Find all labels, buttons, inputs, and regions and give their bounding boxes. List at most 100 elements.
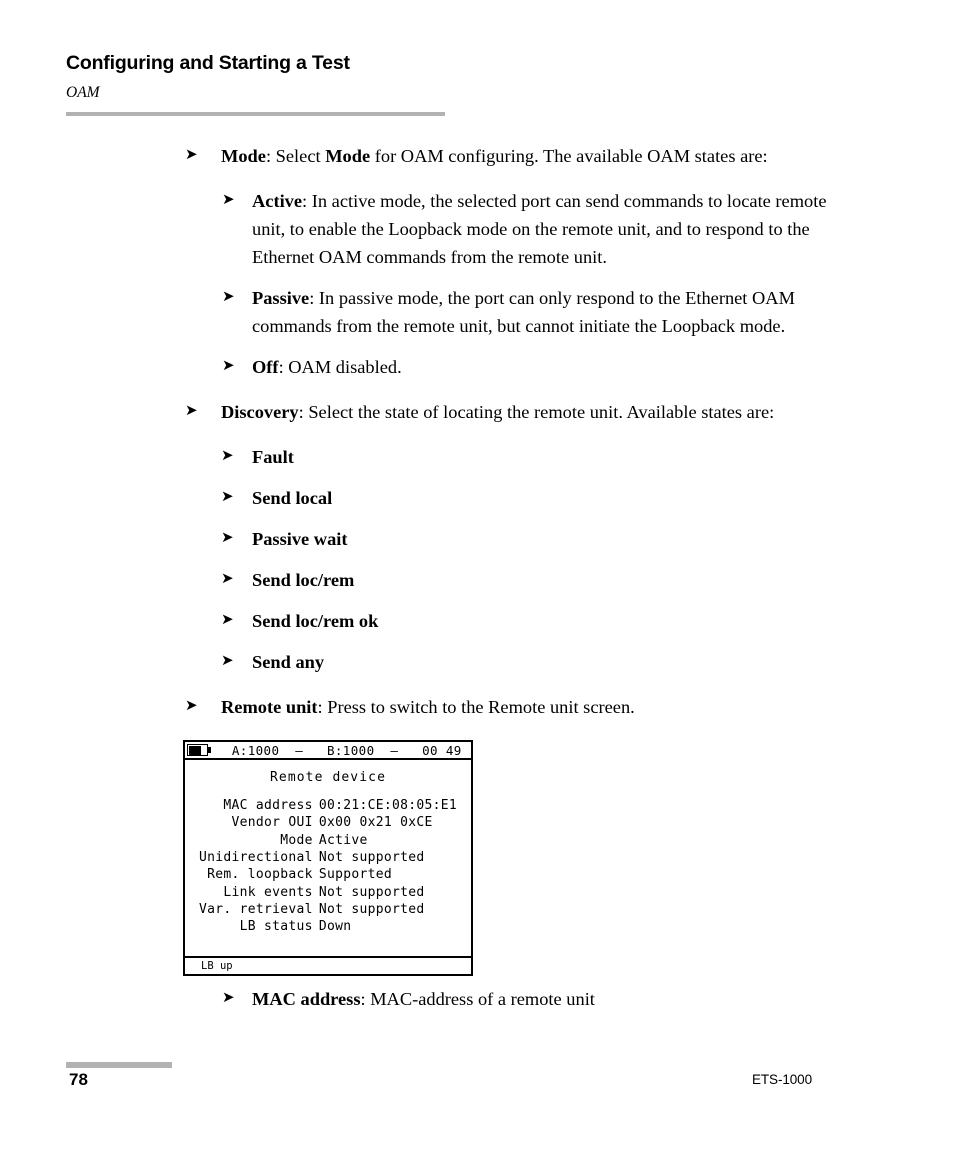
table-row: Mode Active [199, 832, 457, 849]
list-item-remote-unit: ➤ Remote unit: Press to switch to the Re… [0, 694, 954, 722]
list-item-discovery-state: ➤ Send local [0, 485, 954, 513]
list-item-discovery-state: ➤ Fault [0, 444, 954, 472]
mode-inline-bold: Mode [325, 146, 371, 166]
table-row: Vendor OUI 0x00 0x21 0xCE [199, 814, 457, 831]
arrow-bullet-icon: ➤ [222, 357, 235, 374]
product-name: ETS-1000 [752, 1072, 812, 1087]
list-item-text: Remote unit: Press to switch to the Remo… [221, 694, 834, 722]
discovery-state-label: Send loc/rem ok [252, 610, 379, 631]
term-label: Mode [221, 146, 266, 166]
list-item-text: MAC address: MAC-address of a remote uni… [252, 986, 834, 1014]
list-item-mode: ➤ Mode: Select Mode for OAM configuring.… [0, 143, 954, 171]
arrow-bullet-icon: ➤ [221, 611, 234, 628]
description-text: : Select the state of locating the remot… [298, 401, 775, 422]
page-subtitle: OAM [66, 84, 100, 102]
battery-icon [187, 744, 212, 756]
arrow-bullet-icon: ➤ [185, 402, 198, 419]
arrow-bullet-icon: ➤ [222, 990, 235, 1006]
property-label: Rem. loopback [207, 867, 313, 883]
description-text: : MAC-address of a remote unit [360, 989, 595, 1009]
arrow-bullet-icon: ➤ [222, 191, 235, 208]
page-title: Configuring and Starting a Test [66, 52, 350, 74]
table-row: Unidirectional Not supported [199, 849, 457, 866]
discovery-state-label: Passive wait [252, 528, 348, 549]
arrow-bullet-icon: ➤ [221, 652, 234, 669]
property-label: Unidirectional [199, 850, 313, 865]
list-item-text: Active: In active mode, the selected por… [252, 188, 834, 272]
list-item-discovery-state: ➤ Send any [0, 649, 954, 677]
description-text: : OAM disabled. [278, 356, 402, 377]
list-item-discovery-state: ➤ Send loc/rem [0, 567, 954, 595]
lcd-footer-text: LB up [201, 960, 233, 972]
term-label: Off [252, 356, 279, 377]
arrow-bullet-icon: ➤ [221, 529, 234, 546]
property-label: Var. retrieval [199, 901, 313, 917]
list-item-text: Mode: Select Mode for OAM configuring. T… [221, 143, 834, 171]
arrow-bullet-icon: ➤ [221, 447, 234, 464]
description-text: : In active mode, the selected port can … [252, 190, 827, 267]
table-row: Var. retrieval Not supported [199, 901, 457, 918]
lcd-screen: A:1000 – B:1000 – 00 49 Remote device MA… [183, 740, 473, 958]
table-row: Rem. loopback Supported [199, 866, 457, 883]
arrow-bullet-icon: ➤ [222, 288, 235, 305]
device-screenshot-figure: A:1000 – B:1000 – 00 49 Remote device MA… [183, 740, 473, 976]
list-item-text: Passive: In passive mode, the port can o… [252, 285, 834, 341]
list-item-off: ➤ Off: OAM disabled. [0, 354, 954, 382]
property-value: 0x00 0x21 0xCE [318, 815, 433, 831]
term-label: Remote unit [221, 696, 318, 717]
arrow-bullet-icon: ➤ [185, 697, 198, 714]
mode-text-1: : Select [265, 146, 326, 166]
page-header: Configuring and Starting a Test OAM [66, 52, 446, 102]
table-row: Link events Not supported [199, 884, 457, 901]
lcd-status-text: A:1000 – B:1000 – 00 49 [216, 742, 462, 758]
lcd-property-table: MAC address 00:21:CE:08:05:E1 Vendor OUI… [199, 797, 457, 935]
arrow-bullet-icon: ➤ [221, 570, 234, 587]
list-item-text: Discovery: Select the state of locating … [221, 399, 834, 427]
description-text: : Press to switch to the Remote unit scr… [317, 696, 635, 717]
table-row: LB status Down [199, 918, 457, 935]
property-value: Active [318, 832, 368, 848]
term-label: MAC address [252, 989, 361, 1009]
document-body: ➤ Mode: Select Mode for OAM configuring.… [0, 143, 954, 722]
property-value: Not supported [318, 850, 425, 865]
mode-text-2: for OAM configuring. The available OAM s… [370, 146, 768, 166]
description-text: : In passive mode, the port can only res… [252, 287, 795, 336]
list-item-passive: ➤ Passive: In passive mode, the port can… [0, 285, 954, 341]
arrow-bullet-icon: ➤ [185, 147, 198, 163]
battery-fill [188, 745, 201, 755]
list-item-mac-address: ➤ MAC address: MAC-address of a remote u… [0, 986, 954, 1014]
header-divider [66, 112, 445, 116]
property-label: LB status [239, 919, 313, 935]
list-item-discovery-state: ➤ Passive wait [0, 526, 954, 554]
term-label: Passive [252, 287, 310, 308]
property-value: Down [318, 919, 352, 935]
discovery-state-label: Fault [252, 446, 294, 467]
term-label: Discovery [221, 401, 299, 422]
property-value: Not supported [318, 884, 425, 900]
property-label: Mode [280, 832, 313, 848]
discovery-state-label: Send any [252, 651, 325, 672]
list-item-text: Off: OAM disabled. [252, 354, 834, 382]
figure-caption: ➤ MAC address: MAC-address of a remote u… [0, 986, 954, 1014]
list-item-discovery: ➤ Discovery: Select the state of locatin… [0, 399, 954, 427]
list-item-active: ➤ Active: In active mode, the selected p… [0, 188, 954, 272]
property-value: Supported [318, 867, 392, 883]
page-number: 78 [69, 1070, 88, 1089]
property-value: 00:21:CE:08:05:E1 [318, 798, 457, 814]
discovery-state-label: Send local [252, 487, 333, 508]
battery-nub [208, 747, 211, 753]
list-item-discovery-state: ➤ Send loc/rem ok [0, 608, 954, 636]
term-label: Active [252, 190, 303, 211]
discovery-state-label: Send loc/rem [252, 569, 355, 590]
arrow-bullet-icon: ➤ [221, 488, 234, 505]
